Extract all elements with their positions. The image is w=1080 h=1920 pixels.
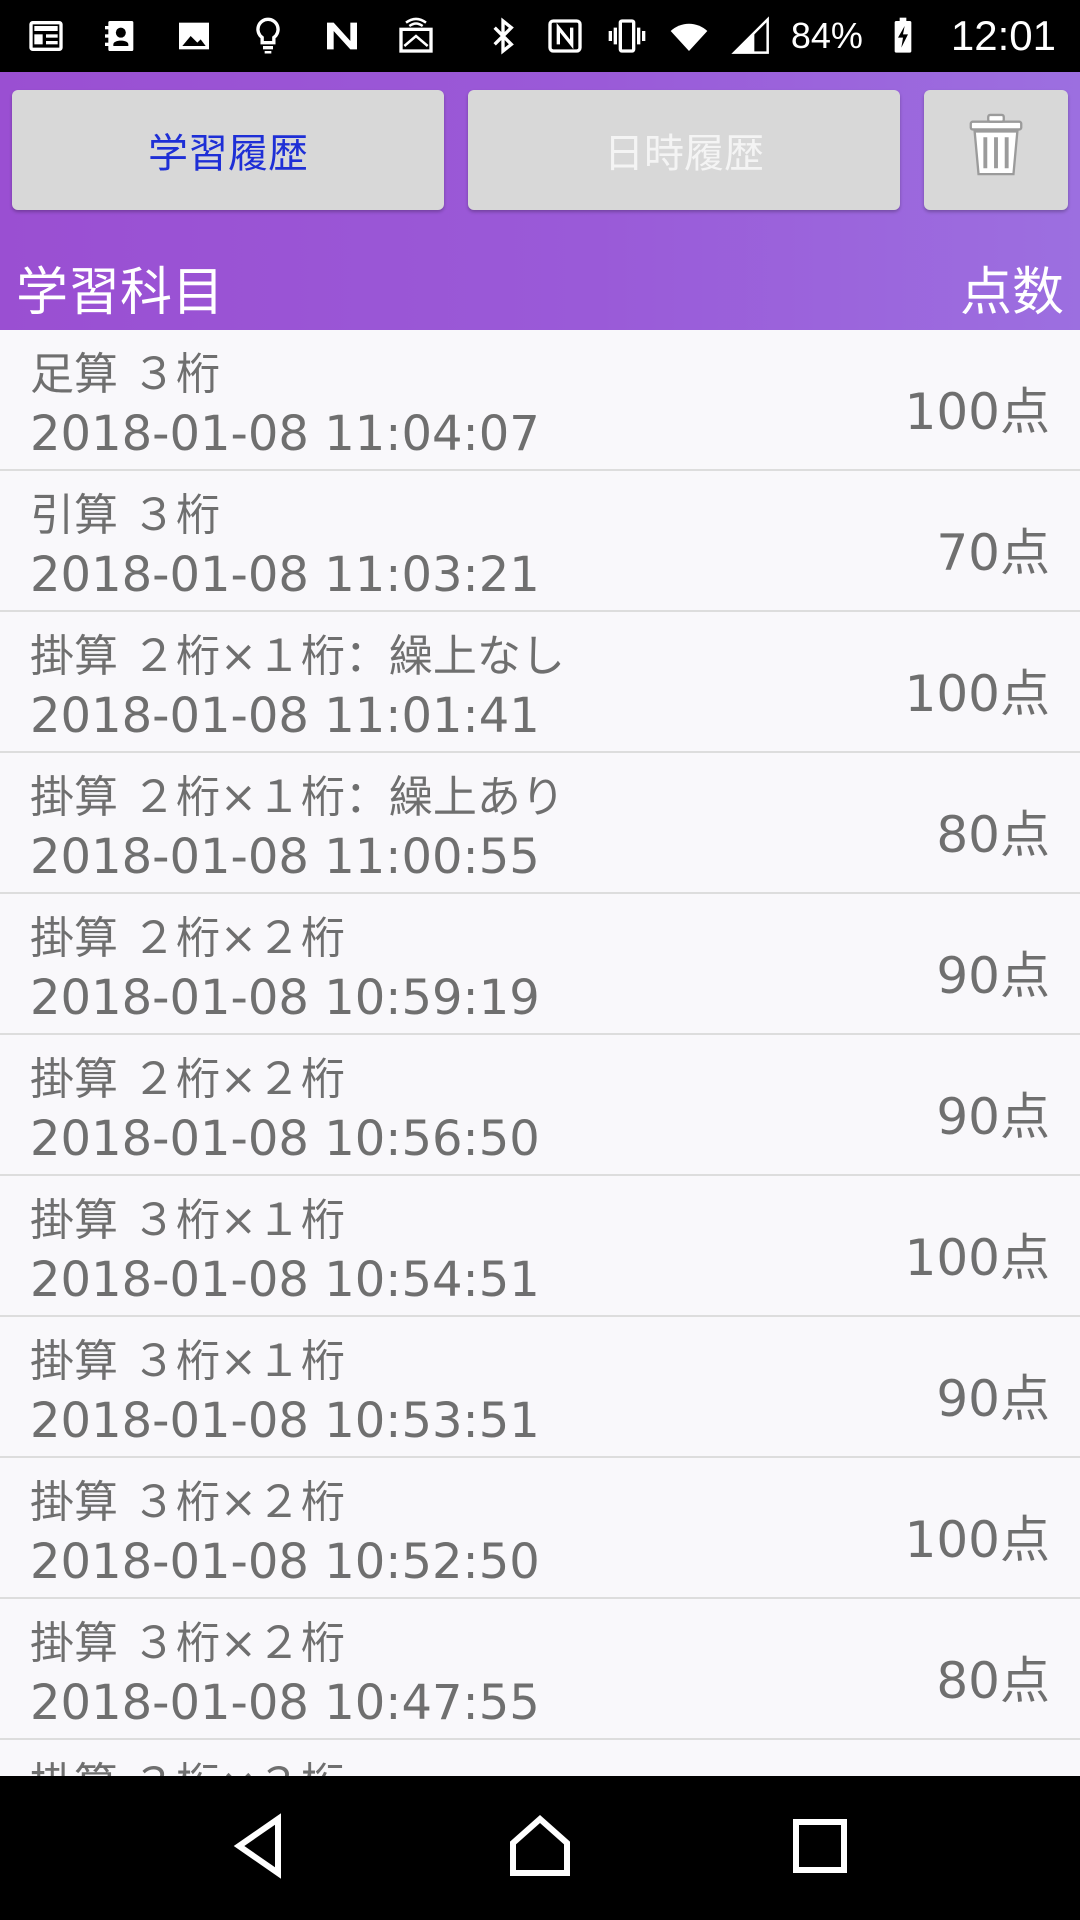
item-subject: 引算 ３桁 xyxy=(30,490,220,541)
item-subject: 掛算 ２桁×２桁 xyxy=(30,913,345,964)
item-datetime: 2018-01-08 10:47:55 xyxy=(30,1675,540,1731)
cast-icon xyxy=(394,14,438,58)
home-icon xyxy=(504,1810,576,1886)
item-score: 70点 xyxy=(936,524,1050,582)
list-item[interactable]: 足算 ３桁 2018-01-08 11:04:07 100点 xyxy=(0,330,1080,471)
app-header: 学習履歴 日時履歴 学習科目 点数 xyxy=(0,72,1080,330)
list-item[interactable]: 掛算 ２桁×２桁 2018-01-08 10:56:50 90点 xyxy=(0,1035,1080,1176)
item-subject: 掛算 ３桁×３桁 xyxy=(30,1748,345,1776)
recents-button[interactable] xyxy=(775,1803,865,1893)
recents-icon xyxy=(784,1810,856,1886)
item-datetime: 2018-01-08 10:52:50 xyxy=(30,1534,540,1590)
back-button[interactable] xyxy=(215,1803,305,1893)
item-subject: 掛算 ３桁×２桁 xyxy=(30,1477,345,1528)
news-icon xyxy=(24,14,68,58)
item-datetime: 2018-01-08 11:00:55 xyxy=(30,829,540,885)
list-item[interactable]: 掛算 ２桁×１桁：繰上あり 2018-01-08 11:00:55 80点 xyxy=(0,753,1080,894)
signal-icon xyxy=(729,14,773,58)
item-subject: 掛算 ２桁×１桁：繰上なし xyxy=(30,631,565,682)
battery-percent: 84% xyxy=(790,15,863,56)
item-score: 100点 xyxy=(904,1229,1050,1287)
item-datetime: 2018-01-08 10:59:19 xyxy=(30,970,540,1026)
item-datetime: 2018-01-08 11:01:41 xyxy=(30,688,540,744)
vibrate-icon xyxy=(605,14,649,58)
list-item[interactable]: 掛算 ３桁×３桁 xyxy=(0,1740,1080,1776)
item-subject: 掛算 ３桁×１桁 xyxy=(30,1195,345,1246)
column-header-subject: 学習科目 xyxy=(16,263,225,323)
item-subject: 掛算 ３桁×１桁 xyxy=(30,1336,345,1387)
list-item[interactable]: 掛算 ３桁×１桁 2018-01-08 10:54:51 100点 xyxy=(0,1176,1080,1317)
item-datetime: 2018-01-08 11:03:21 xyxy=(30,547,540,603)
item-score: 80点 xyxy=(936,806,1050,864)
list-item[interactable]: 掛算 ３桁×２桁 2018-01-08 10:52:50 100点 xyxy=(0,1458,1080,1599)
system-icons: 84% 12:01 xyxy=(481,12,1056,60)
item-score: 90点 xyxy=(936,947,1050,1005)
item-score: 90点 xyxy=(936,1370,1050,1428)
list-item[interactable]: 掛算 ２桁×２桁 2018-01-08 10:59:19 90点 xyxy=(0,894,1080,1035)
wifi-icon xyxy=(667,14,711,58)
column-header-score: 点数 xyxy=(959,263,1064,323)
battery-icon xyxy=(881,14,925,58)
n-icon xyxy=(320,14,364,58)
image-icon xyxy=(172,14,216,58)
item-subject: 掛算 ２桁×１桁：繰上あり xyxy=(30,772,565,823)
item-datetime: 2018-01-08 10:56:50 xyxy=(30,1111,540,1167)
status-bar: 84% 12:01 xyxy=(0,0,1080,72)
navigation-bar xyxy=(0,1776,1080,1920)
trash-icon xyxy=(966,112,1026,188)
nfc-icon xyxy=(543,14,587,58)
tab-date-history[interactable]: 日時履歴 xyxy=(468,90,900,210)
item-datetime: 2018-01-08 10:53:51 xyxy=(30,1393,540,1449)
list-item[interactable]: 掛算 ３桁×１桁 2018-01-08 10:53:51 90点 xyxy=(0,1317,1080,1458)
item-score: 80点 xyxy=(936,1652,1050,1710)
item-score: 100点 xyxy=(904,383,1050,441)
delete-button[interactable] xyxy=(924,90,1068,210)
back-icon xyxy=(224,1810,296,1886)
clock: 12:01 xyxy=(950,12,1056,59)
list-item[interactable]: 引算 ３桁 2018-01-08 11:03:21 70点 xyxy=(0,471,1080,612)
item-score: 100点 xyxy=(904,665,1050,723)
bulb-icon xyxy=(246,14,290,58)
home-button[interactable] xyxy=(495,1803,585,1893)
item-score: 90点 xyxy=(936,1088,1050,1146)
list-item[interactable]: 掛算 ３桁×２桁 2018-01-08 10:47:55 80点 xyxy=(0,1599,1080,1740)
item-subject: 掛算 ３桁×２桁 xyxy=(30,1618,345,1669)
item-subject: 足算 ３桁 xyxy=(30,349,220,400)
item-subject: 掛算 ２桁×２桁 xyxy=(30,1054,345,1105)
bluetooth-icon xyxy=(481,14,525,58)
item-datetime: 2018-01-08 10:54:51 xyxy=(30,1252,540,1308)
item-datetime: 2018-01-08 11:04:07 xyxy=(30,406,540,462)
item-score: 100点 xyxy=(904,1511,1050,1569)
notification-icons xyxy=(24,14,438,58)
list-item[interactable]: 掛算 ２桁×１桁：繰上なし 2018-01-08 11:01:41 100点 xyxy=(0,612,1080,753)
tab-study-history[interactable]: 学習履歴 xyxy=(12,90,444,210)
history-list[interactable]: 足算 ３桁 2018-01-08 11:04:07 100点 引算 ３桁 201… xyxy=(0,330,1080,1776)
contacts-icon xyxy=(98,14,142,58)
